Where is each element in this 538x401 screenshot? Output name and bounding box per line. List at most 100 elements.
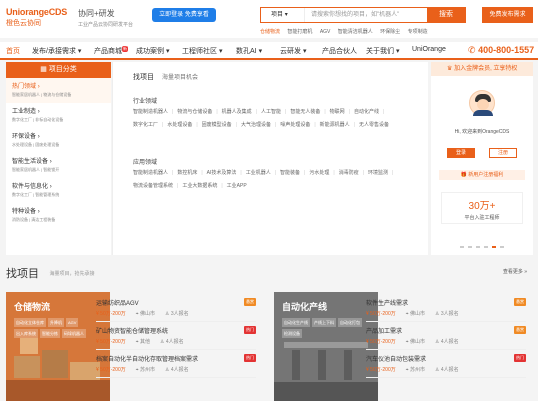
carousel-dot[interactable] (492, 246, 496, 248)
category-header: ▦ 项目分类 (6, 62, 111, 78)
hot-word[interactable]: 仓储物流 (260, 29, 280, 35)
register-button[interactable]: 注册 (489, 148, 517, 158)
card-tag[interactable]: 出入库系统 (14, 329, 38, 338)
chip-item[interactable]: 智能制造机器人 (133, 109, 168, 115)
project-row[interactable]: 运输纺织品AGV 悬赏 ¥ 50万-200万 ⌖ 佛山市 ♙ 3人报名 (96, 294, 256, 322)
category-item[interactable]: 软件与信息化 › 数字化工厂 | 智能管理系统 (6, 178, 111, 203)
nav-item-home[interactable]: 首页 (6, 46, 20, 56)
chip-item[interactable]: 物联网 (330, 109, 345, 115)
nav-item-ai[interactable]: 数孔AI ▾ (236, 46, 262, 56)
chip-item[interactable]: 无人零售设备 (359, 122, 389, 128)
card-tag[interactable]: 自动化打包 (338, 318, 362, 327)
card-tag[interactable]: 升降机 (48, 318, 64, 327)
chip-item[interactable]: 工业大数据系统 (182, 183, 217, 189)
chip-item[interactable]: 工业APP (227, 183, 247, 189)
project-row[interactable]: 软件生产线需求 悬赏 ¥ 50万-200万 ⌖ 佛山市 ♙ 3人报名 (366, 294, 526, 322)
nav-item-cloud-rd[interactable]: 云研发 ▾ (280, 46, 306, 56)
category-item[interactable]: 工业制造 › 数字化工厂 | 非标自动化设备 (6, 103, 111, 128)
tab-find-project[interactable]: 找项目 (133, 74, 154, 81)
chip-item[interactable]: 消毒防疫 (339, 170, 359, 176)
chip-separator: | (304, 170, 306, 176)
hot-word[interactable]: 智能清洁机器人 (338, 29, 373, 35)
category-card-production-line[interactable]: 自动化产线 自动化生产线 产线上下料 自动化打包检测设备 (274, 292, 378, 401)
chip-item[interactable]: 物流与仓储设备 (177, 109, 212, 115)
chip-item[interactable]: 数控机床 (177, 170, 197, 176)
chip-item[interactable]: 污水处理 (309, 170, 329, 176)
project-city: 其他 (139, 339, 150, 345)
avatar-face (477, 99, 489, 110)
carousel-dot[interactable] (460, 246, 464, 248)
chip-item[interactable]: 固废模型设备 (202, 122, 232, 128)
chip-item[interactable]: 水处理设备 (167, 122, 192, 128)
card-tag[interactable]: 自动化立体仓库 (14, 318, 46, 327)
hot-word[interactable]: AGV (320, 29, 331, 35)
card-title: 仓储物流 (14, 302, 51, 312)
card-tag[interactable]: 产线上下料 (312, 318, 336, 327)
nav-item-demand[interactable]: 发布/承接需求 ▾ (32, 46, 81, 56)
nav-item-uniorange[interactable]: UniOrange (412, 46, 446, 53)
search-type-select[interactable]: 项目 ▾ (261, 8, 305, 22)
category-sub: 智能家居机器人 | 智能锁开 (12, 167, 60, 172)
hot-word[interactable]: 专项制造 (408, 29, 428, 35)
login-button[interactable]: 登录 (447, 148, 475, 158)
hot-word[interactable]: 环保除尘 (380, 29, 400, 35)
chip-item[interactable]: 人工智能 (261, 109, 281, 115)
chip-item[interactable]: AI技术及算法 (207, 170, 237, 176)
chip-separator: | (172, 170, 174, 176)
chip-item[interactable]: 环境监测 (368, 170, 388, 176)
card-tag[interactable]: 码垛机器人 (62, 329, 86, 338)
vip-banner[interactable]: ♛ 加入金牌会员, 立享特权 (431, 62, 533, 76)
chip-item[interactable]: 机器人及集成 (222, 109, 252, 115)
tab-opportunities[interactable]: 海量项目机会 (162, 75, 198, 81)
category-item[interactable]: 环保设备 › 水处理设备 | 固废处理设备 (6, 128, 111, 153)
category-item[interactable]: 智能生活设备 › 智能家居机器人 | 智能锁开 (6, 153, 111, 178)
project-row[interactable]: 矿山物资智能仓储管理系统 热门 ¥ 50万-200万 ⌖ 其他 ♙ 4人报名 (96, 322, 256, 350)
search-input[interactable]: 请搜索你想找的项目，如"机器人" (311, 8, 399, 22)
chevron-down-icon: ▾ (258, 48, 263, 55)
site-logo[interactable]: UniorangeCDS 橙色云协同 (6, 7, 74, 33)
chip-item[interactable]: 自动化产线 (354, 109, 379, 115)
category-sub: 数字化工厂 | 智能管理系统 (12, 192, 60, 197)
chip-separator: | (162, 122, 164, 128)
chip-item[interactable]: 物流设备管理系统 (133, 183, 173, 189)
chip-item[interactable]: 智能制造机器人 (133, 170, 168, 176)
category-card-warehouse[interactable]: 仓储物流 自动化立体仓库 升降机 AGV 出入库系统 智能分拣 码垛机器人 (6, 292, 110, 401)
nav-item-mall[interactable]: 产品商城新 (94, 46, 128, 56)
carousel-dot[interactable] (476, 246, 480, 248)
project-row[interactable]: 档案自动化半自动化存取管理档案需求 热门 ¥ 50万-200万 ⌖ 苏州市 ♙ 4人报名 (96, 350, 256, 378)
carousel-dot[interactable] (468, 246, 472, 248)
category-item[interactable]: 特种设备 › 消防设备 | 清洁工程装备 (6, 203, 111, 228)
carousel-dot[interactable] (500, 246, 504, 248)
publish-demand-button[interactable]: 免费发布需求 (482, 7, 533, 23)
chip-item[interactable]: 新能源机器人 (320, 122, 350, 128)
chip-separator: | (177, 183, 179, 189)
card-tag[interactable]: 智能分拣 (40, 329, 60, 338)
chip-item[interactable]: 大气治理设备 (241, 122, 271, 128)
project-city: 苏州市 (139, 367, 155, 373)
chip-item[interactable]: 智能无人装备 (290, 109, 320, 115)
nav-item-cases[interactable]: 成功案例 ▾ (136, 46, 169, 56)
nav-item-community[interactable]: 工程师社区 ▾ (182, 46, 222, 56)
project-row[interactable]: 产品加工需求 悬赏 ¥ 50万-200万 ⌖ 佛山市 ♙ 4人报名 (366, 322, 526, 350)
newbie-benefit-banner[interactable]: 🎁 新用户注册福利 (439, 170, 525, 180)
card-tag[interactable]: 自动化生产线 (282, 318, 310, 327)
chip-item[interactable]: 工业机器人 (246, 170, 271, 176)
card-tag[interactable]: 检测设备 (282, 329, 302, 338)
chip-item[interactable]: 数字化工厂 (133, 122, 158, 128)
nav-item-partner[interactable]: 产品合伙人 (322, 46, 357, 56)
search-button[interactable]: 搜索 (427, 8, 465, 22)
promo-button[interactable]: 立即登录 免费享看 (152, 8, 216, 22)
project-row[interactable]: 汽车仪池自动包装需求 热门 ¥ 50万-200万 ⌖ 苏州市 ♙ 4人报名 (366, 350, 526, 378)
hot-word[interactable]: 智能打磨机 (287, 29, 312, 35)
chip-item[interactable]: 噪声处理设备 (280, 122, 310, 128)
new-badge: 新 (122, 46, 128, 52)
category-item[interactable]: 热门领域 › 智能家居机器人 | 物流与仓储设备 (6, 78, 111, 103)
chip-item[interactable]: 智能装备 (280, 170, 300, 176)
user-icon: ♙ (434, 367, 440, 373)
slogan-title: 协同+研发 (78, 9, 115, 18)
nav-item-about[interactable]: 关于我们 ▾ (366, 46, 399, 56)
view-more-link[interactable]: 查看更多 » (503, 268, 527, 275)
card-tag[interactable]: AGV (66, 318, 79, 327)
carousel-dot[interactable] (484, 246, 488, 248)
chip-separator: | (201, 170, 203, 176)
